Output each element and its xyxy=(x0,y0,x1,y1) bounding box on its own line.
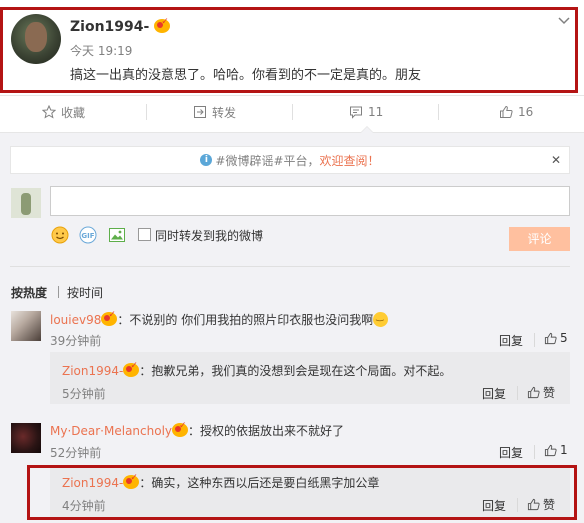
comment-time: 52分钟前 xyxy=(50,446,102,460)
highlight-box-reply xyxy=(27,465,577,520)
thumbs-up-icon xyxy=(544,332,557,344)
reply-author-name[interactable]: Zion1994- xyxy=(62,364,123,378)
comment-count-button[interactable]: 11 xyxy=(349,98,383,126)
submit-comment-button[interactable]: 评论 xyxy=(509,227,570,251)
like-count: 16 xyxy=(518,105,534,119)
divider xyxy=(517,386,518,400)
divider xyxy=(438,104,439,120)
vip-badge-icon xyxy=(101,310,118,326)
comment-time: 39分钟前 xyxy=(50,334,102,348)
comment-text: ：授权的依据放出来不就好了 xyxy=(188,424,345,438)
comment-body: louiev98 ：不说别的 你们用我拍的照片印衣服也没问我啊 xyxy=(50,310,389,328)
notice-link[interactable]: 欢迎查阅！ xyxy=(320,152,380,169)
laugh-emoji-icon xyxy=(373,312,389,327)
reply-like-label: 赞 xyxy=(543,386,556,400)
commenter-avatar[interactable] xyxy=(11,311,41,341)
divider xyxy=(146,104,147,120)
panel-caret xyxy=(360,126,374,133)
sort-by-hot[interactable]: 按热度 xyxy=(11,284,47,301)
emoji-icon[interactable] xyxy=(51,226,69,244)
repost-label: 转发 xyxy=(212,105,237,120)
reply-button[interactable]: 回复 xyxy=(499,332,523,349)
reply-button[interactable]: 回复 xyxy=(499,444,523,461)
divider xyxy=(534,333,535,347)
favorite-button[interactable]: 收藏 xyxy=(42,98,85,126)
close-icon[interactable]: ✕ xyxy=(551,153,561,167)
divider xyxy=(10,266,570,267)
favorite-label: 收藏 xyxy=(61,105,86,120)
thumbs-up-icon xyxy=(544,444,557,456)
repost-checkbox-label[interactable]: 同时转发到我的微博 xyxy=(155,227,263,244)
svg-text:GIF: GIF xyxy=(81,232,94,240)
comment-like-count: 1 xyxy=(560,443,568,457)
rumor-notice-bar: i #微博辟谣#平台， 欢迎查阅！ ✕ xyxy=(10,146,570,174)
repost-icon xyxy=(194,106,206,118)
reply-text: ：抱歉兄弟，我们真的没想到会是现在这个局面。对不起。 xyxy=(139,364,452,378)
reply-like-button[interactable]: 赞 xyxy=(527,384,555,401)
commenter-name[interactable]: louiev98 xyxy=(50,313,101,327)
gif-icon[interactable]: GIF xyxy=(79,226,97,244)
divider xyxy=(292,104,293,120)
comment-text: ：不说别的 你们用我拍的照片印衣服也没问我啊 xyxy=(117,313,374,327)
repost-button[interactable]: 转发 xyxy=(193,98,236,126)
commenter-name[interactable]: My·Dear·Melancholy xyxy=(50,424,172,438)
vip-badge-icon xyxy=(172,421,189,437)
image-icon[interactable] xyxy=(108,226,126,244)
highlight-box-post xyxy=(0,7,578,93)
comment-like-count: 5 xyxy=(560,331,568,345)
reply-body: Zion1994- ：抱歉兄弟，我们真的没想到会是现在这个局面。对不起。 xyxy=(62,361,452,379)
comment-count: 11 xyxy=(368,105,384,119)
vip-badge-icon xyxy=(123,361,140,377)
notice-topic[interactable]: #微博辟谣#平台， xyxy=(215,152,319,169)
commenter-avatar[interactable] xyxy=(11,423,41,453)
info-icon: i xyxy=(200,154,213,166)
star-icon xyxy=(42,105,56,119)
comment-like-button[interactable]: 1 xyxy=(544,443,568,457)
sort-by-time[interactable]: 按时间 xyxy=(67,284,103,301)
divider xyxy=(534,445,535,459)
reply-button[interactable]: 回复 xyxy=(482,385,506,402)
repost-checkbox[interactable] xyxy=(138,228,151,241)
thumbs-up-icon xyxy=(527,386,540,399)
divider xyxy=(58,286,59,298)
current-user-avatar xyxy=(11,188,41,218)
like-button[interactable]: 16 xyxy=(499,98,533,126)
comment-body: My·Dear·Melancholy ：授权的依据放出来不就好了 xyxy=(50,421,345,439)
comment-like-button[interactable]: 5 xyxy=(544,331,568,345)
comment-icon xyxy=(350,106,362,119)
reply-time: 5分钟前 xyxy=(62,387,106,401)
comment-input[interactable] xyxy=(50,186,570,216)
divider xyxy=(0,95,584,96)
thumbs-up-icon xyxy=(500,105,513,118)
